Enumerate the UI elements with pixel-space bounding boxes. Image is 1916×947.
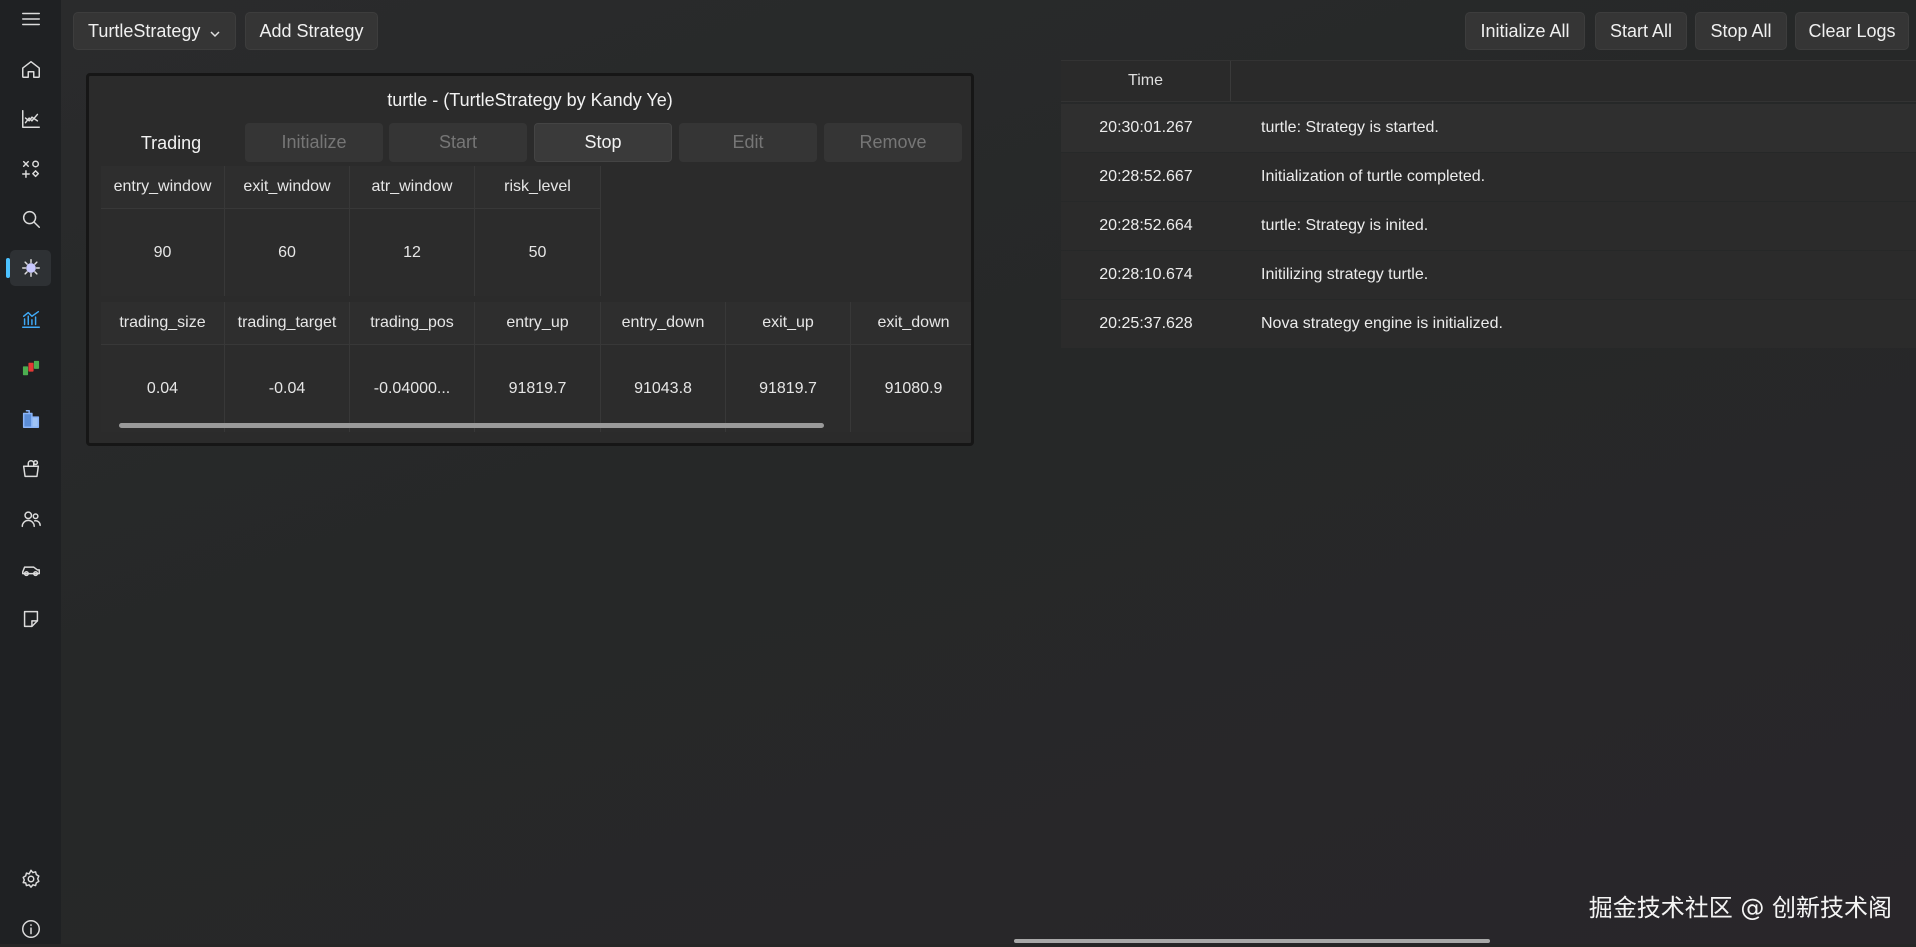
menu-icon[interactable] bbox=[10, 1, 51, 37]
var-header-entry-down: entry_down bbox=[601, 302, 726, 345]
start-button[interactable]: Start bbox=[389, 123, 527, 162]
log-row-time: 20:25:37.628 bbox=[1099, 315, 1193, 332]
log-row-message: Initialization of turtle completed. bbox=[1261, 168, 1486, 185]
clear-logs-button[interactable]: Clear Logs bbox=[1795, 12, 1909, 50]
add-strategy-button[interactable]: Add Strategy bbox=[245, 12, 378, 50]
strategy-class-select[interactable]: TurtleStrategy bbox=[73, 12, 236, 50]
building-icon[interactable] bbox=[10, 401, 51, 437]
log-row-message: turtle: Strategy is inited. bbox=[1261, 217, 1429, 234]
sticky-note-icon[interactable] bbox=[10, 601, 51, 637]
var-header-trading-target: trading_target bbox=[225, 302, 350, 345]
var-header-entry-up: entry_up bbox=[475, 302, 601, 345]
initialize-button[interactable]: Initialize bbox=[245, 123, 383, 162]
main-area: TurtleStrategy Add Strategy Initialize A… bbox=[61, 0, 1916, 944]
strategy-state-label: Trading bbox=[140, 132, 202, 153]
var-value-trading-pos: -0.04000... bbox=[350, 345, 475, 432]
var-value-exit-down: 91080.9 bbox=[851, 345, 971, 432]
initialize-all-button[interactable]: Initialize All bbox=[1465, 12, 1585, 50]
param-value-exit-window: 60 bbox=[225, 209, 350, 296]
log-row-time: 20:28:10.674 bbox=[1099, 266, 1193, 283]
var-value-trading-target: -0.04 bbox=[225, 345, 350, 432]
home-icon[interactable] bbox=[10, 51, 51, 87]
log-row-time: 20:28:52.667 bbox=[1099, 168, 1193, 185]
param-header-risk-level: risk_level bbox=[475, 166, 601, 209]
log-table-header: Time M bbox=[1061, 60, 1916, 102]
var-header-exit-up: exit_up bbox=[726, 302, 851, 345]
settings-icon[interactable] bbox=[10, 861, 51, 897]
log-row-time: 20:30:01.267 bbox=[1099, 119, 1193, 136]
log-table: Time M 20:30:01.267 turtle: Strategy is … bbox=[1061, 60, 1916, 350]
strategy-card-title: turtle - (TurtleStrategy by Kandy Ye) bbox=[387, 90, 673, 110]
stop-button[interactable]: Stop bbox=[534, 123, 672, 162]
param-header-atr-window: atr_window bbox=[350, 166, 475, 209]
var-value-entry-down: 91043.8 bbox=[601, 345, 726, 432]
users-icon[interactable] bbox=[10, 501, 51, 537]
chevron-down-icon bbox=[209, 24, 221, 45]
stop-all-button[interactable]: Stop All bbox=[1695, 12, 1787, 50]
log-row[interactable]: 20:30:01.267 turtle: Strategy is started… bbox=[1061, 104, 1916, 152]
variables-horizontal-scrollbar[interactable] bbox=[119, 423, 824, 428]
param-value-entry-window: 90 bbox=[101, 209, 225, 296]
log-row[interactable]: 20:25:37.628 Nova strategy engine is ini… bbox=[1061, 300, 1916, 348]
log-row-time: 20:28:52.664 bbox=[1099, 217, 1193, 234]
log-row-message: Initilizing strategy turtle. bbox=[1261, 266, 1429, 283]
log-horizontal-scrollbar[interactable] bbox=[1014, 939, 1490, 943]
strategy-engine-icon[interactable] bbox=[10, 250, 51, 286]
sidebar bbox=[0, 0, 61, 944]
param-header-exit-window: exit_window bbox=[225, 166, 350, 209]
car-icon[interactable] bbox=[10, 551, 51, 587]
var-value-trading-size: 0.04 bbox=[101, 345, 225, 432]
var-header-trading-size: trading_size bbox=[101, 302, 225, 345]
edit-button[interactable]: Edit bbox=[679, 123, 817, 162]
remove-button[interactable]: Remove bbox=[824, 123, 962, 162]
log-header-time[interactable]: Time bbox=[1061, 61, 1231, 101]
strategy-class-select-value: TurtleStrategy bbox=[88, 20, 201, 41]
log-row-message: turtle: Strategy is started. bbox=[1261, 119, 1439, 136]
watermark: 掘金技术社区 @ 创新技术阁 bbox=[1588, 894, 1892, 922]
strategy-card: turtle - (TurtleStrategy by Kandy Ye) Tr… bbox=[86, 73, 974, 446]
var-header-exit-down: exit_down bbox=[851, 302, 971, 345]
log-row-message: Nova strategy engine is initialized. bbox=[1261, 315, 1503, 332]
log-row[interactable]: 20:28:52.667 Initialization of turtle co… bbox=[1061, 153, 1916, 201]
param-value-risk-level: 50 bbox=[475, 209, 601, 296]
gear-bag-icon[interactable] bbox=[10, 451, 51, 487]
var-header-trading-pos: trading_pos bbox=[350, 302, 475, 345]
search-icon[interactable] bbox=[10, 201, 51, 237]
start-all-button[interactable]: Start All bbox=[1595, 12, 1687, 50]
candles-icon[interactable] bbox=[10, 351, 51, 387]
var-value-exit-up: 91819.7 bbox=[726, 345, 851, 432]
log-row[interactable]: 20:28:52.664 turtle: Strategy is inited. bbox=[1061, 202, 1916, 250]
param-value-atr-window: 12 bbox=[350, 209, 475, 296]
strategy-tools-icon[interactable] bbox=[10, 151, 51, 187]
info-icon[interactable] bbox=[10, 911, 51, 947]
var-value-entry-up: 91819.7 bbox=[475, 345, 601, 432]
chart-icon[interactable] bbox=[10, 101, 51, 137]
param-header-entry-window: entry_window bbox=[101, 166, 225, 209]
log-row[interactable]: 20:28:10.674 Initilizing strategy turtle… bbox=[1061, 251, 1916, 299]
market-chart-icon[interactable] bbox=[10, 301, 51, 337]
